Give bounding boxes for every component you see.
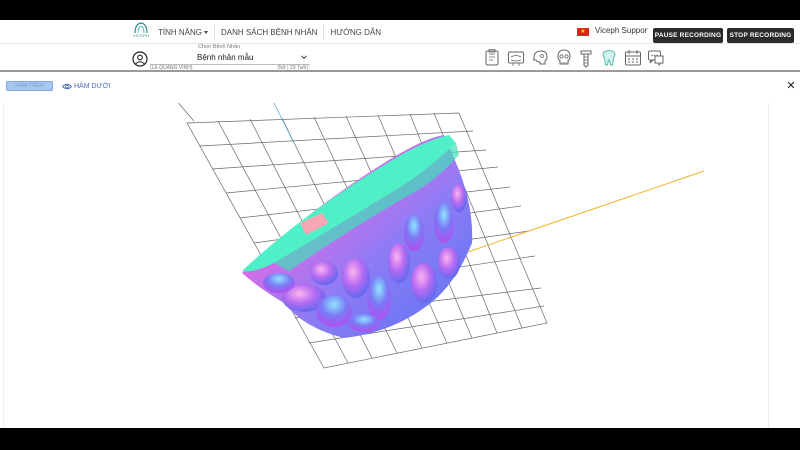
patient-select-label: Chọn Bệnh Nhân	[198, 44, 241, 50]
patient-toolbar: Chọn Bệnh Nhân Bệnh nhân mẫu (LE QUANG V…	[0, 44, 800, 72]
menu-patients[interactable]: DANH SÁCH BỆNH NHÂN	[221, 28, 317, 37]
chevron-down-icon	[301, 55, 307, 60]
lower-jaw-model[interactable]	[242, 135, 473, 338]
main-menu: TÍNH NĂNG DANH SÁCH BỆNH NHÂN HƯỚNG DẪN	[158, 20, 381, 44]
patient-select[interactable]: Chọn Bệnh Nhân Bệnh nhân mẫu (LE QUANG V…	[150, 44, 310, 72]
patient-info: (Nữ | 29 Tuổi)	[277, 65, 308, 71]
navbar: VICEPH TÍNH NĂNG DANH SÁCH BỆNH NHÂN HƯỚ…	[0, 20, 800, 44]
support-user[interactable]: Viceph Support Te	[595, 26, 648, 35]
eye-icon	[62, 83, 72, 89]
upper-jaw-button[interactable]: HÀM TRÊN	[6, 81, 53, 91]
stop-recording-button[interactable]: STOP RECORDING	[727, 28, 794, 43]
lower-jaw-toggle[interactable]: HÀM DƯỚI	[62, 81, 110, 91]
user-circle-icon	[132, 51, 148, 67]
chevron-down-icon	[204, 30, 208, 34]
3d-model-viewer[interactable]	[3, 103, 769, 428]
skull-front-icon[interactable]	[555, 48, 573, 68]
vietnam-flag-icon[interactable]: ★	[577, 28, 589, 36]
x-axis-line	[458, 170, 705, 256]
viceph-logo[interactable]: VICEPH	[130, 22, 152, 42]
skull-side-icon[interactable]	[531, 48, 549, 68]
xray-icon[interactable]	[483, 48, 501, 68]
logo-text: VICEPH	[132, 33, 150, 38]
top-black-bar	[0, 0, 800, 20]
close-icon[interactable]: ✕	[785, 80, 797, 92]
doctor-name: (LE QUANG VINH)	[150, 65, 193, 71]
panoramic-icon[interactable]	[507, 48, 525, 68]
pause-recording-button[interactable]: PAUSE RECORDING	[653, 28, 723, 43]
chat-icon[interactable]	[647, 48, 665, 68]
dental-3d-canvas[interactable]	[4, 103, 770, 428]
app-window: VICEPH TÍNH NĂNG DANH SÁCH BỆNH NHÂN HƯỚ…	[0, 20, 800, 428]
menu-guide[interactable]: HƯỚNG DẪN	[330, 28, 381, 37]
calendar-icon[interactable]	[624, 48, 642, 68]
y-axis-line	[273, 103, 295, 144]
view-toggle-bar: HÀM TRÊN HÀM DƯỚI ✕	[0, 74, 800, 98]
menu-divider	[323, 25, 325, 39]
menu-divider	[214, 25, 215, 39]
bottom-black-bar	[0, 428, 800, 450]
implant-icon[interactable]	[577, 48, 595, 68]
menu-features-label: TÍNH NĂNG	[158, 27, 202, 37]
lower-jaw-label: HÀM DƯỚI	[74, 82, 111, 90]
tooth-icon[interactable]	[600, 48, 618, 68]
menu-features[interactable]: TÍNH NĂNG	[158, 28, 208, 37]
patient-name: Bệnh nhân mẫu	[197, 53, 254, 62]
